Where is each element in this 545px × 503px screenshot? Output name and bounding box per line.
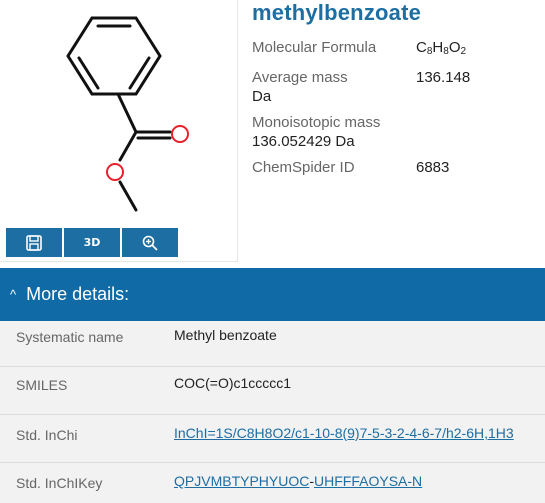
ester-oxygen (106, 163, 124, 181)
formula-value: C8H8O2 (416, 39, 467, 57)
save-button[interactable] (6, 228, 62, 257)
molecule-structure (66, 16, 189, 212)
formula-label: Molecular Formula (252, 39, 377, 56)
more-details-title: More details: (26, 284, 130, 304)
more-details-toggle[interactable]: ^ More details: (0, 268, 545, 321)
structure-toolbar: 3D (6, 228, 178, 257)
systematic-name-label: Systematic name (16, 329, 124, 345)
carbonyl-oxygen-label: O (174, 124, 175, 125)
3d-icon: 3D (83, 236, 101, 249)
3d-view-button[interactable]: 3D (64, 228, 120, 257)
zoom-icon (142, 235, 158, 251)
save-icon (26, 234, 42, 251)
zoom-button[interactable] (122, 228, 178, 257)
inchikey-part-a-link[interactable]: QPJVMBTYPHYUOC (174, 473, 309, 489)
avg-mass-value: 136.148 (416, 69, 471, 86)
detail-row-systematic-name: Systematic name Methyl benzoate (0, 321, 545, 367)
inchi-link[interactable]: InChI=1S/C8H8O2/c1-10-8(9)7-5-3-2-4-6-7/… (174, 425, 514, 441)
systematic-name-value: Methyl benzoate (174, 327, 277, 343)
compound-title: methylbenzoate (252, 0, 422, 25)
ring-double-bond-2 (128, 56, 151, 90)
ring-double-bond-3 (77, 56, 100, 90)
avg-mass-unit: Da (252, 88, 272, 105)
mono-mass-value: 136.052429 Da (252, 133, 355, 150)
smiles-label: SMILES (16, 377, 68, 393)
methyl-bond (118, 180, 138, 212)
ester-bond (118, 130, 138, 162)
inchikey-value: QPJVMBTYPHYUOC-UHFFFAOYSA-N (174, 473, 422, 489)
ring-to-carbonyl-bond (116, 92, 138, 134)
benzene-ring (66, 16, 162, 96)
inchikey-label: Std. InChIKey (16, 475, 103, 491)
ester-oxygen-label: O (110, 163, 111, 164)
detail-row-inchikey: Std. InChIKey QPJVMBTYPHYUOC-UHFFFAOYSA-… (0, 463, 545, 503)
avg-mass-label: Average mass (252, 69, 348, 86)
chemspider-value: 6883 (416, 159, 450, 176)
smiles-value: COC(=O)c1ccccc1 (174, 375, 292, 391)
inchikey-part-b-link[interactable]: UHFFFAOYSA-N (314, 473, 422, 489)
inchi-label: Std. InChi (16, 427, 78, 443)
detail-row-inchi: Std. InChi InChI=1S/C8H8O2/c1-10-8(9)7-5… (0, 415, 545, 463)
chevron-up-icon: ^ (10, 287, 17, 302)
detail-row-smiles: SMILES COC(=O)c1ccccc1 (0, 367, 545, 415)
structure-panel: 3D (0, 0, 238, 262)
mono-mass-label: Monoisotopic mass (252, 114, 381, 131)
chemspider-label: ChemSpider ID (252, 159, 355, 176)
carbonyl-oxygen (171, 125, 189, 143)
